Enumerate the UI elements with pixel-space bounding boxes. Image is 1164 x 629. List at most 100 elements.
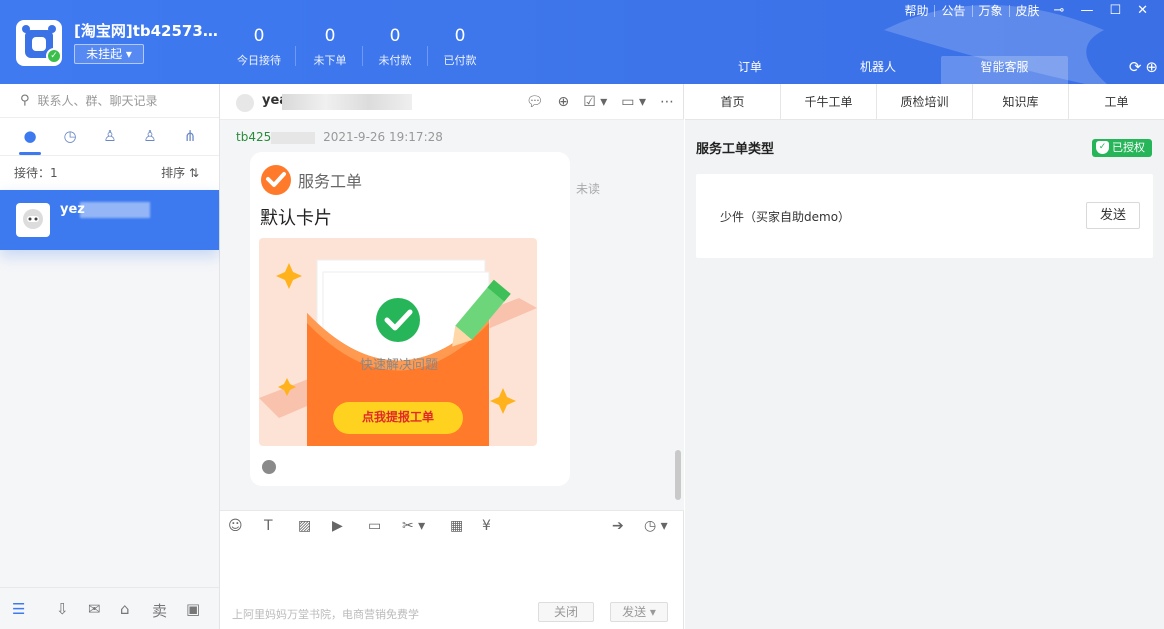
chat-avatar <box>236 94 254 112</box>
stat-divider <box>295 46 296 66</box>
right-tabs: 首页 千牛工单 质检培训 知识库 工单 <box>685 84 1164 120</box>
contact-avatar <box>16 203 50 237</box>
message-sender: tb425 <box>236 130 272 144</box>
contact-item-active[interactable]: yez <box>0 190 219 250</box>
close-button[interactable]: 关闭 <box>538 602 594 622</box>
section-title: 服务工单类型 <box>696 142 775 157</box>
chat-scrollbar[interactable] <box>675 120 681 510</box>
receipt-icon[interactable]: ¥ <box>482 518 491 534</box>
message-input[interactable]: 上阿里妈妈万堂书院，电商营销免费学 关闭 发送 ▾ <box>220 540 684 629</box>
more-icon[interactable]: ⋯ <box>660 94 674 110</box>
authorized-badge: ✓ 已授权 <box>1092 139 1152 157</box>
report-ticket-button[interactable]: 点我提报工单 <box>333 408 463 425</box>
help-link[interactable]: 帮助 <box>898 5 936 17</box>
calculator-icon[interactable]: ▦ <box>450 518 463 534</box>
contact-search[interactable]: ⚲ 联系人、群、聊天记录 <box>0 84 219 118</box>
qianniu-window: ✓ [淘宝网]tb425734... 未挂起 ▾ 0 今日接待 0 未下单 0 … <box>0 0 1164 629</box>
read-status: 未读 <box>576 182 601 196</box>
sender-redacted <box>271 131 316 144</box>
online-check-icon: ✓ <box>46 48 62 64</box>
folder-icon[interactable]: ▭ <box>368 518 381 534</box>
org-icon[interactable]: ⋔ <box>180 127 200 147</box>
tab-home[interactable]: 首页 <box>685 84 781 120</box>
minimize-icon[interactable]: — <box>1072 4 1101 17</box>
contacts-panel: ⚲ 联系人、群、聊天记录 ● ◷ ♙ ♙ ⋔ 接待：1 排序 ⇅ yez ☰ ⇩… <box>0 84 220 629</box>
left-bottom-bar: ☰ ⇩ ✉ ⌂ 卖 ▣ <box>0 587 219 629</box>
menu-icon[interactable]: ☰ <box>12 600 25 618</box>
search-icon: ⚲ <box>20 93 30 108</box>
tab-orders[interactable]: 订单 <box>700 56 800 84</box>
queue-count: 接待：1 <box>14 166 58 180</box>
add-person-icon[interactable]: ⊕ <box>558 94 570 110</box>
message-meta: tb425 2021-9-26 19:17:28 <box>236 130 443 144</box>
notice-link[interactable]: 公告 <box>935 5 973 17</box>
chat-bubble-icon[interactable]: 💬︎ <box>526 94 544 110</box>
clock-icon[interactable]: ◷ <box>60 127 80 147</box>
input-toolbar: ☺ T ▨ ▶ ▭ ✂ ▾ ▦ ¥ ➔ ◷ ▾ <box>220 510 684 540</box>
emoji-icon[interactable]: ☺ <box>228 518 243 534</box>
stat-divider <box>362 46 363 66</box>
close-icon[interactable]: ✕ <box>1129 4 1156 17</box>
card-title: 默认卡片 <box>260 208 332 229</box>
stat-divider <box>427 46 428 66</box>
scrollbar-thumb[interactable] <box>675 450 681 500</box>
mail-icon[interactable]: ✉ <box>88 600 101 618</box>
promo-text[interactable]: 上阿里妈妈万堂书院，电商营销免费学 <box>232 606 419 622</box>
tab-knowledge-base[interactable]: 知识库 <box>973 84 1069 120</box>
stat-today-reception: 0 今日接待 <box>237 26 281 67</box>
chat-title-redacted <box>282 94 412 110</box>
sell-icon[interactable]: 卖 <box>152 600 167 621</box>
window-icon[interactable]: ▣ <box>186 600 200 618</box>
chat-header-actions: 💬︎ ⊕ ☑ ▾ ▭ ▾ ⋯ <box>526 94 674 110</box>
add-icon[interactable]: ⊕ <box>1145 58 1158 76</box>
top-links: 帮助 公告 万象 皮肤 ⊸ — ☐ ✕ <box>898 2 1156 20</box>
tab-ticket[interactable]: 工单 <box>1069 84 1164 120</box>
chat-icon[interactable]: ● <box>20 127 40 147</box>
header-actions: ⟳ ⊕ <box>1129 58 1158 76</box>
pin-icon[interactable]: ⊸ <box>1046 4 1073 17</box>
image-icon[interactable]: ▨ <box>298 518 311 534</box>
left-nav: ● ◷ ♙ ♙ ⋔ <box>0 118 219 156</box>
illustration-caption: 快速解决问题 <box>359 358 438 373</box>
refresh-icon[interactable]: ⟳ <box>1129 58 1142 76</box>
ticket-type-label: 少件（买家自助demo） <box>720 210 851 224</box>
tab-smart-service[interactable]: 智能客服 <box>941 56 1068 84</box>
queue-bar: 接待：1 排序 ⇅ <box>0 156 219 190</box>
download-icon[interactable]: ⇩ <box>56 600 69 618</box>
ticket-logo-icon <box>261 165 291 195</box>
video-icon[interactable]: ▭ ▾ <box>621 94 646 110</box>
ticket-type-card: 少件（买家自助demo） 发送 <box>696 174 1153 258</box>
suspend-status-button[interactable]: 未挂起 ▾ <box>74 44 144 64</box>
shop-name: [淘宝网]tb425734... <box>74 22 224 40</box>
task-icon[interactable]: ☑ ▾ <box>583 94 607 110</box>
chat-panel: yea 💬︎ ⊕ ☑ ▾ ▭ ▾ ⋯ tb425 2021-9-26 19:17… <box>220 84 684 629</box>
scissors-icon[interactable]: ✂ ▾ <box>402 518 425 534</box>
message-timestamp: 2021-9-26 19:17:28 <box>323 130 443 144</box>
skin-link[interactable]: 皮肤 <box>1010 5 1046 17</box>
stat-paid: 0 已付款 <box>443 26 477 67</box>
font-icon[interactable]: T <box>264 518 273 534</box>
header-tabs: 订单 机器人 智能客服 <box>700 56 1100 84</box>
wanxiang-link[interactable]: 万象 <box>973 5 1010 17</box>
top-header: ✓ [淘宝网]tb425734... 未挂起 ▾ 0 今日接待 0 未下单 0 … <box>0 0 1164 84</box>
sort-button[interactable]: 排序 ⇅ <box>161 164 199 181</box>
contact-icon[interactable]: ♙ <box>100 127 120 147</box>
smart-service-panel: 首页 千牛工单 质检培训 知识库 工单 服务工单类型 ✓ 已授权 少件（买家自助… <box>685 84 1164 629</box>
tab-qianniu-ticket[interactable]: 千牛工单 <box>781 84 877 120</box>
ticket-send-button[interactable]: 发送 <box>1086 202 1140 229</box>
transfer-icon[interactable]: ➔ <box>612 518 624 534</box>
chat-header: yea 💬︎ ⊕ ☑ ▾ ▭ ▾ ⋯ <box>220 84 684 120</box>
tab-quality-training[interactable]: 质检培训 <box>877 84 973 120</box>
maximize-icon[interactable]: ☐ <box>1101 4 1129 17</box>
video-file-icon[interactable]: ▶ <box>332 518 343 534</box>
search-placeholder: 联系人、群、聊天记录 <box>37 94 158 108</box>
group-icon[interactable]: ♙ <box>140 127 160 147</box>
service-ticket-card[interactable]: 服务工单 默认卡片 快速解决问题 点我提报工单 <box>250 152 570 486</box>
card-illustration[interactable]: 快速解决问题 点我提报工单 <box>259 238 537 446</box>
send-button[interactable]: 发送 ▾ <box>610 602 668 622</box>
tab-robot[interactable]: 机器人 <box>818 56 938 84</box>
store-icon[interactable]: ⌂ <box>120 600 130 618</box>
contact-name-redacted <box>80 202 150 218</box>
shield-check-icon: ✓ <box>1096 141 1109 154</box>
history-icon[interactable]: ◷ ▾ <box>644 518 668 534</box>
